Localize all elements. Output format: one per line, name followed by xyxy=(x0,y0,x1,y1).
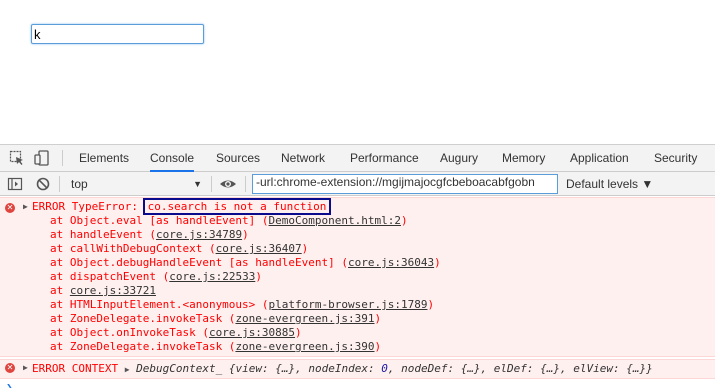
devtools-tab-bar: Elements Console Sources Network Perform… xyxy=(0,145,715,172)
tab-elements[interactable]: Elements xyxy=(79,145,129,171)
error-icon: ✕ xyxy=(5,363,15,373)
tab-augury[interactable]: Augury xyxy=(440,145,478,171)
object-name[interactable]: DebugContext_ xyxy=(136,362,222,375)
tab-network[interactable]: Network xyxy=(281,145,325,171)
console-messages: ✕ ▶ ERROR TypeError: co.search is not a … xyxy=(0,197,715,388)
tab-performance[interactable]: Performance xyxy=(350,145,419,171)
source-link[interactable]: core.js:22533 xyxy=(169,270,255,283)
tab-sources[interactable]: Sources xyxy=(216,145,260,171)
stack-frame: at Object.debugHandleEvent [as handleEve… xyxy=(50,256,441,269)
source-link[interactable]: core.js:34789 xyxy=(156,228,242,241)
console-toolbar: top ▼ -url:chrome-extension://mgijmajocg… xyxy=(0,172,715,196)
error-context-label: ERROR CONTEXT xyxy=(32,362,119,375)
log-levels-dropdown[interactable]: Default levels ▼ xyxy=(566,174,653,194)
stack-frame: at core.js:33721 xyxy=(50,284,156,297)
stack-frame: at ZoneDelegate.invokeTask (zone-evergre… xyxy=(50,312,382,325)
toolbar-divider xyxy=(211,176,212,192)
tab-security[interactable]: Security xyxy=(654,145,697,171)
source-link[interactable]: core.js:36043 xyxy=(348,256,434,269)
devtools-panel: Elements Console Sources Network Perform… xyxy=(0,144,715,388)
source-link[interactable]: zone-evergreen.js:390 xyxy=(235,340,374,353)
error-context-line: ERROR CONTEXT ▶ DebugContext_ {view: {…}… xyxy=(32,362,653,375)
context-label: top xyxy=(71,177,88,191)
dropdown-arrow-icon: ▼ xyxy=(193,179,202,189)
expand-object-icon[interactable]: ▶ xyxy=(125,365,130,374)
stack-frame: at dispatchEvent (core.js:22533) xyxy=(50,270,262,283)
source-link[interactable]: core.js:36407 xyxy=(216,242,302,255)
text-input[interactable] xyxy=(31,24,204,44)
context-selector[interactable]: top ▼ xyxy=(66,174,206,194)
show-sidebar-icon[interactable] xyxy=(7,176,23,192)
console-prompt-icon[interactable]: ❯ xyxy=(6,383,13,388)
console-error-message: ✕ ▶ ERROR TypeError: co.search is not a … xyxy=(0,197,715,357)
console-filter-input[interactable]: -url:chrome-extension://mgijmajocgfcbebo… xyxy=(252,174,558,194)
clear-console-icon[interactable] xyxy=(35,176,51,192)
source-link[interactable]: core.js:30885 xyxy=(209,326,295,339)
source-link[interactable]: platform-browser.js:1789 xyxy=(269,298,428,311)
source-link[interactable]: DemoComponent.html:2 xyxy=(269,214,401,227)
toolbar-divider xyxy=(59,176,60,192)
error-message-line: ERROR TypeError: co.search is not a func… xyxy=(32,198,332,215)
stack-frame: at handleEvent (core.js:34789) xyxy=(50,228,249,241)
error-prefix: ERROR TypeError: xyxy=(32,200,145,213)
stack-frame: at Object.eval [as handleEvent] (DemoCom… xyxy=(50,214,408,227)
inspect-element-icon[interactable] xyxy=(9,150,25,166)
tab-memory[interactable]: Memory xyxy=(502,145,545,171)
live-expression-eye-icon[interactable] xyxy=(219,176,236,192)
tab-application[interactable]: Application xyxy=(570,145,629,171)
stack-frame: at Object.onInvokeTask (core.js:30885) xyxy=(50,326,302,339)
source-link[interactable]: core.js:33721 xyxy=(70,284,156,297)
source-link[interactable]: zone-evergreen.js:391 xyxy=(235,312,374,325)
device-toolbar-icon[interactable] xyxy=(34,150,50,166)
expand-triangle-icon[interactable]: ▶ xyxy=(23,363,28,372)
tab-console[interactable]: Console xyxy=(150,145,195,172)
stack-frame: at callWithDebugContext (core.js:36407) xyxy=(50,242,309,255)
stack-frame: at HTMLInputElement.<anonymous> (platfor… xyxy=(50,298,435,311)
toolbar-divider xyxy=(62,150,63,166)
toolbar-divider xyxy=(245,176,246,192)
stack-frame: at ZoneDelegate.invokeTask (zone-evergre… xyxy=(50,340,382,353)
error-icon: ✕ xyxy=(5,203,15,213)
console-error-context: ✕ ▶ ERROR CONTEXT ▶ DebugContext_ {view:… xyxy=(0,359,715,379)
error-highlight: co.search is not a function xyxy=(142,198,332,215)
expand-triangle-icon[interactable]: ▶ xyxy=(23,202,28,211)
